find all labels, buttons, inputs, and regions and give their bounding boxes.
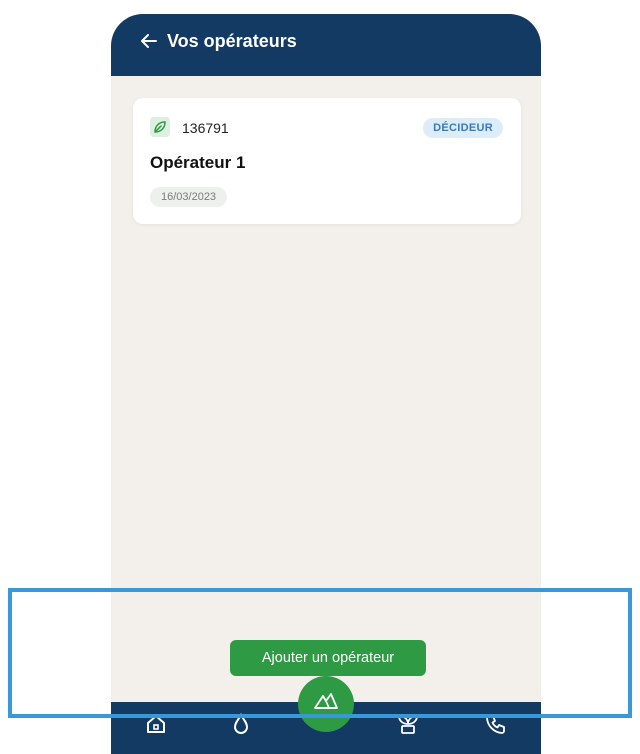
back-arrow-icon[interactable] (139, 30, 159, 52)
role-badge: DÉCIDEUR (423, 118, 503, 138)
phone-screen: Vos opérateurs 136791 DÉCIDEUR Opérateur… (111, 14, 541, 754)
page-title: Vos opérateurs (167, 31, 297, 51)
phone-icon[interactable] (484, 712, 508, 736)
operator-code: 136791 (182, 120, 229, 136)
add-operator-button[interactable]: Ajouter un opérateur (230, 640, 426, 676)
water-drop-icon[interactable] (229, 712, 253, 736)
date-badge: 16/03/2023 (150, 187, 228, 207)
field-icon[interactable] (298, 676, 354, 732)
home-icon[interactable] (144, 712, 168, 736)
operator-name: Opérateur 1 (150, 153, 246, 172)
leaf-icon (150, 117, 170, 137)
top-app-bar: Vos opérateurs (111, 14, 541, 76)
plant-icon[interactable] (396, 712, 420, 736)
operator-card[interactable]: 136791 DÉCIDEUR Opérateur 1 16/03/2023 (133, 98, 521, 224)
